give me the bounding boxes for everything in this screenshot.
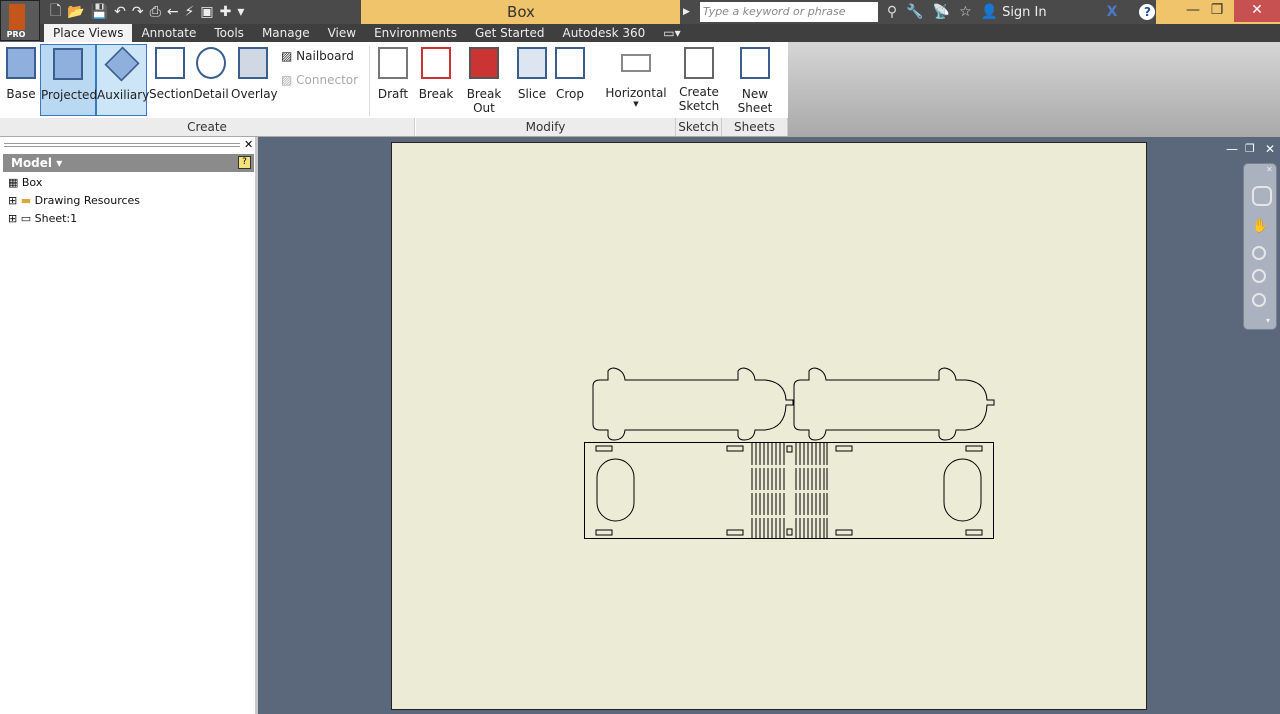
zoom-all-icon[interactable] [1252,293,1266,307]
canvas-close-button[interactable]: ✕ [1265,142,1275,156]
navigation-bar: ✋ ✕ ▾ [1243,163,1277,330]
side-flat-pattern-right[interactable] [793,367,995,441]
canvas-restore-button[interactable]: ❐ [1245,142,1255,155]
base-flat-pattern[interactable] [584,442,994,539]
2d-steering-wheel-icon[interactable] [1252,186,1272,206]
drawing-views [584,367,995,539]
zoom-window-icon[interactable] [1252,269,1266,283]
side-flat-pattern-left[interactable] [592,367,794,441]
navbar-customize-icon[interactable]: ▾ [1266,316,1270,325]
zoom-icon[interactable] [1252,246,1266,260]
pan-hand-icon[interactable]: ✋ [1252,219,1268,234]
canvas-minimize-button[interactable]: — [1226,142,1238,156]
navbar-close-icon[interactable]: ✕ [1266,165,1273,174]
